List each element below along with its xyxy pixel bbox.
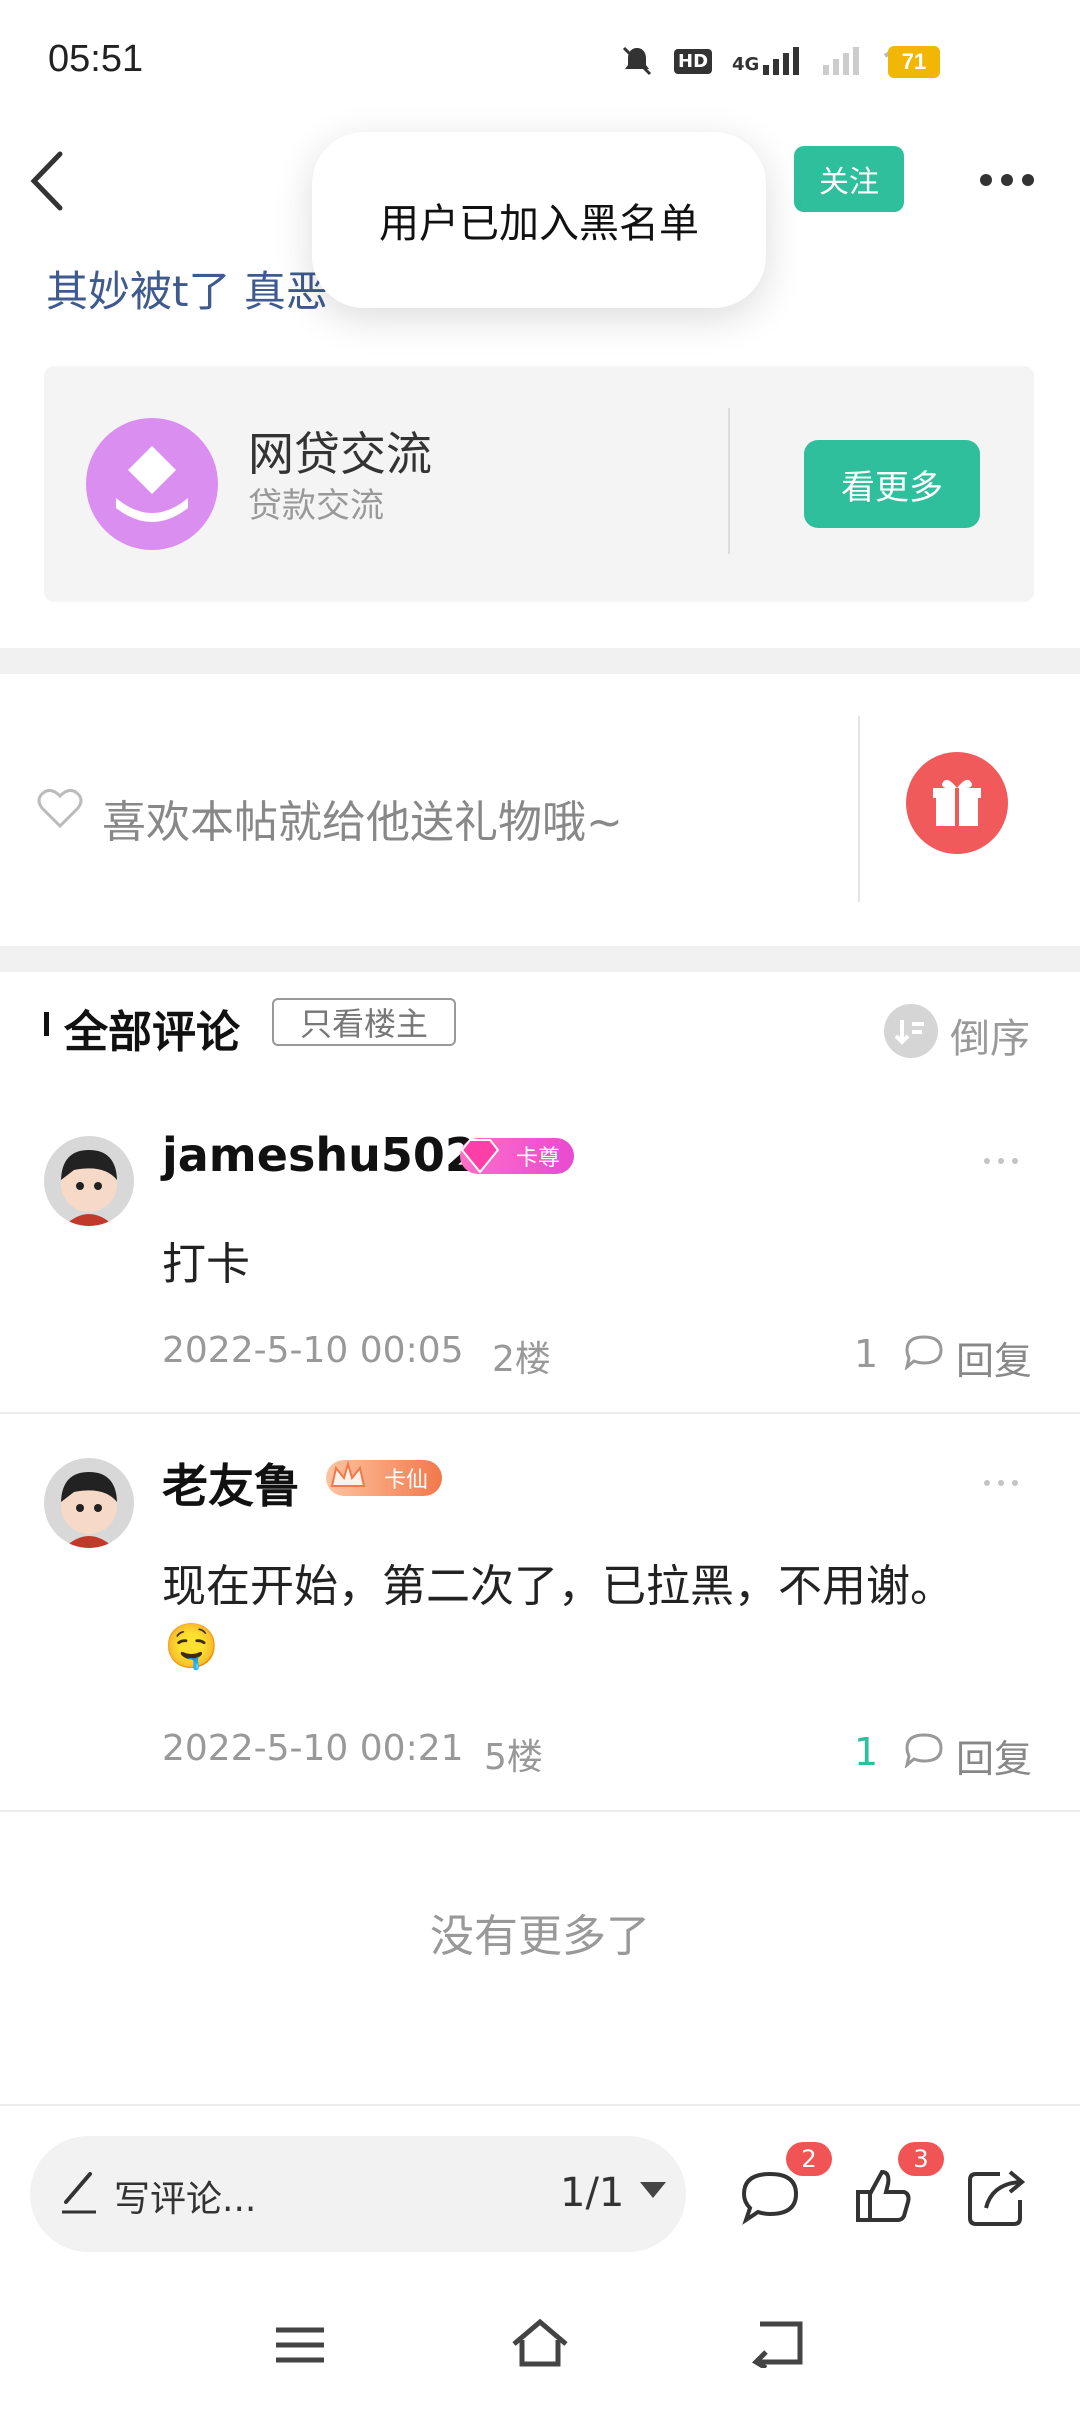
gift-prompt[interactable]: 喜欢本帖就给他送礼物哦~: [102, 786, 623, 850]
pen-icon: [62, 2172, 96, 2214]
badge-label: 卡仙: [383, 1468, 428, 1493]
comment-placeholder[interactable]: 写评论...: [114, 2170, 256, 2222]
battery-indicator: 71: [888, 46, 940, 78]
section-separator: [0, 648, 1080, 674]
comment-text: 现在开始，第二次了，已拉黑，不用谢。: [162, 1561, 954, 1612]
comment-emoji: 🤤: [164, 1621, 219, 1672]
gift-icon: [933, 779, 981, 826]
forum-subtitle: 贷款交流: [248, 486, 384, 526]
network-label: 4G: [732, 47, 803, 75]
page-indicator[interactable]: 1/1: [560, 2170, 624, 2216]
comment-more-icon[interactable]: [984, 1158, 1018, 1164]
avatar[interactable]: [44, 1458, 134, 1548]
sort-label[interactable]: 倒序: [950, 1006, 1030, 1064]
comment-date: 2022-5-10 00:05: [162, 1330, 464, 1371]
crown-icon: [330, 1460, 366, 1487]
heart-outline-icon[interactable]: [36, 786, 84, 830]
badge-label: 卡尊: [515, 1146, 560, 1171]
comment-count-badge: 2: [786, 2142, 832, 2176]
toast-message: 用户已加入黑名单: [312, 132, 766, 308]
reply-button[interactable]: 回复: [956, 1330, 1032, 1385]
post-title: 其妙被t了 真恶: [46, 267, 328, 316]
gift-button[interactable]: [906, 752, 1008, 854]
comment-more-icon[interactable]: [984, 1480, 1018, 1486]
back-nav-icon[interactable]: [750, 2318, 810, 2368]
share-icon[interactable]: [966, 2164, 1030, 2228]
back-arrow-icon[interactable]: [24, 146, 76, 216]
home-icon[interactable]: [510, 2318, 570, 2368]
reply-button[interactable]: 回复: [956, 1728, 1032, 1783]
comment-divider: [0, 1810, 1080, 1812]
status-time: 05:51: [48, 38, 144, 80]
user-badge: 卡尊: [460, 1138, 574, 1174]
comment-bubble-icon[interactable]: [738, 2164, 802, 2228]
reply-bubble-icon[interactable]: [904, 1334, 944, 1370]
reply-bubble-icon[interactable]: [904, 1732, 944, 1768]
signal-weak-icon: [823, 47, 860, 75]
like-count[interactable]: 1: [854, 1332, 878, 1376]
menu-icon[interactable]: [270, 2320, 330, 2370]
forum-name: 网贷交流: [248, 427, 432, 481]
comment-date: 2022-5-10 00:21: [162, 1728, 464, 1769]
mute-bell-icon: [622, 46, 652, 76]
comment-username[interactable]: 老友鲁: [162, 1450, 300, 1516]
section-separator: [0, 946, 1080, 972]
avatar[interactable]: [44, 1136, 134, 1226]
diamond-icon: [460, 1139, 500, 1174]
gift-divider: [858, 716, 860, 902]
comment-divider: [0, 1412, 1080, 1414]
network-type: 4G: [732, 54, 760, 75]
comment-floor: 2楼: [492, 1339, 551, 1380]
signal-icon: [763, 47, 800, 75]
like-count[interactable]: 1: [854, 1730, 878, 1774]
comment-username[interactable]: jameshu502: [162, 1128, 477, 1182]
forum-logo-icon: [86, 418, 218, 550]
comment-text: 打卡: [162, 1239, 250, 1290]
see-more-button[interactable]: 看更多: [804, 440, 980, 528]
follow-button[interactable]: 关注: [794, 146, 904, 212]
user-badge: 卡仙: [326, 1460, 442, 1496]
caret-down-icon[interactable]: [640, 2182, 666, 2200]
op-only-button[interactable]: 只看楼主: [272, 998, 456, 1046]
no-more-text: 没有更多了: [430, 1911, 650, 1962]
sort-icon[interactable]: [884, 1004, 938, 1058]
forum-divider: [728, 408, 730, 554]
comment-floor: 5楼: [484, 1737, 543, 1778]
more-options-icon[interactable]: [980, 170, 1036, 190]
hd-icon: HD: [674, 48, 713, 74]
status-icons: HD 4G: [620, 44, 923, 78]
comments-title: 全部评论: [64, 1007, 240, 1058]
comments-title-marker: [44, 1012, 49, 1036]
like-count-badge: 3: [898, 2142, 944, 2176]
